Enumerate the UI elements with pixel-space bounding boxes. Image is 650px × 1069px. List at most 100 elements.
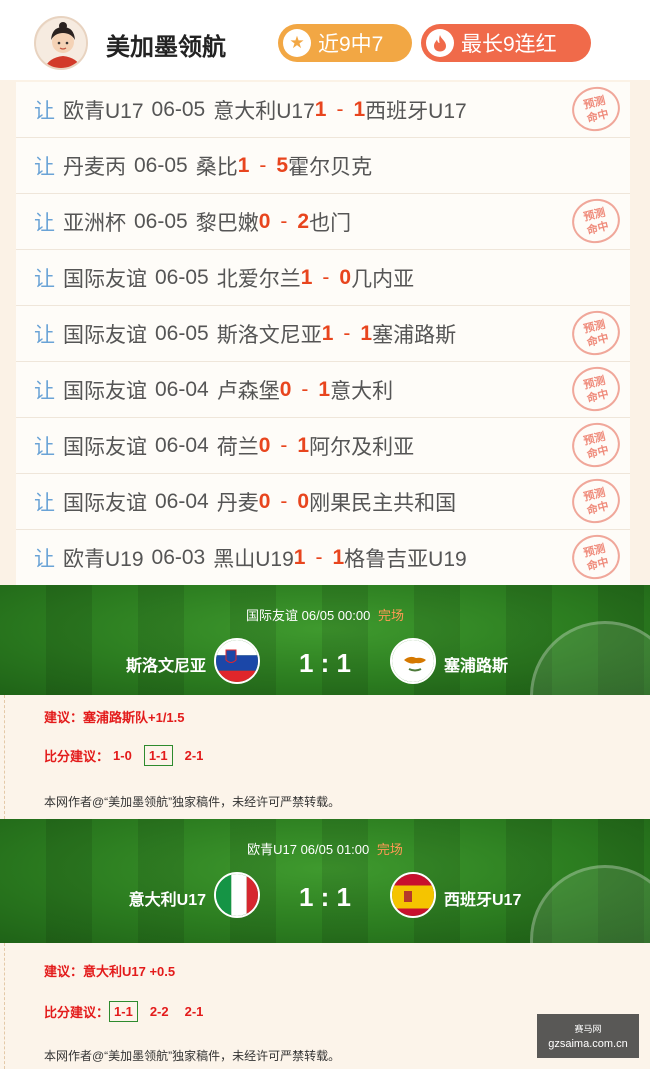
record-away-score: 1: [318, 377, 331, 401]
record-away-score: 0: [297, 489, 310, 513]
score-separator: -: [315, 545, 323, 569]
record-home-score: 0: [258, 489, 271, 513]
hit-stamp-icon: 预测 命中: [567, 417, 625, 473]
final-score: 1 : 1: [298, 882, 352, 912]
record-league: 亚洲杯: [63, 211, 126, 235]
score-separator: -: [259, 153, 267, 177]
hit-stamp-icon: 预测 命中: [567, 193, 625, 249]
record-date: 06-05: [134, 153, 188, 177]
record-away-team: 阿尔及利亚: [309, 435, 415, 459]
cyprus-flag-icon: [390, 638, 436, 684]
match-league-time: 国际友谊 06/05 00:00: [246, 608, 371, 623]
score-separator: -: [336, 97, 344, 121]
score-suggestion-label: 比分建议：: [44, 749, 110, 764]
record-home-team: 卢森堡: [216, 379, 280, 403]
handicap-tag: 让: [34, 435, 55, 459]
streak-badge: ★ 近9中7: [278, 24, 412, 62]
record-league: 国际友谊: [63, 323, 147, 347]
handicap-tag: 让: [34, 267, 55, 291]
hit-stamp-icon: 预测 命中: [567, 473, 625, 529]
score-suggestion-label: 比分建议：: [44, 1005, 110, 1020]
expert-header: 美加墨领航 ★ 近9中7 最长9连红: [0, 0, 650, 80]
expert-avatar[interactable]: [34, 16, 88, 70]
record-row[interactable]: 让国际友谊 06-04 卢森堡 0-1 意大利 预测 命中: [16, 361, 630, 418]
flame-icon: [426, 29, 454, 57]
record-league: 国际友谊: [63, 379, 147, 403]
record-league: 丹麦丙: [63, 155, 126, 179]
record-home-team: 意大利U17: [213, 99, 315, 123]
hit-stamp-icon: 预测 命中: [567, 529, 625, 585]
record-away-team: 格鲁吉亚U19: [344, 547, 467, 571]
expert-name: 美加墨领航: [106, 34, 226, 61]
handicap-tag: 让: [34, 99, 55, 123]
star-icon: ★: [283, 29, 311, 57]
handicap-tag: 让: [34, 211, 55, 235]
score-separator: -: [280, 489, 288, 513]
record-home-team: 丹麦: [216, 491, 259, 515]
record-date: 06-04: [155, 489, 209, 513]
record-date: 06-05: [134, 209, 188, 233]
streak-badge-label: 近9中7: [318, 33, 384, 56]
record-row[interactable]: 让欧青U19 06-03 黑山U19 1-1 格鲁吉亚U19 预测 命中: [16, 529, 630, 586]
score-separator: -: [343, 321, 351, 345]
match-status: 完场: [377, 608, 404, 623]
record-league: 欧青U19: [63, 547, 144, 571]
record-row[interactable]: 让国际友谊 06-05 北爱尔兰 1-0 几内亚: [16, 250, 630, 306]
match-status: 完场: [376, 842, 403, 857]
record-league: 欧青U17: [63, 99, 144, 123]
record-home-team: 黑山U19: [213, 547, 294, 571]
record-home-team: 斯洛文尼亚: [216, 323, 322, 347]
record-home-score: 1: [237, 153, 250, 177]
handicap-tag: 让: [34, 547, 55, 571]
record-home-score: 0: [258, 209, 271, 233]
record-row[interactable]: 让亚洲杯 06-05 黎巴嫩 0-2 也门 预测 命中: [16, 193, 630, 250]
record-date: 06-03: [151, 545, 206, 569]
score-option-selected: 1-1: [109, 1001, 138, 1022]
score-option: 2-2: [149, 1004, 169, 1019]
final-score: 1 : 1: [298, 648, 352, 678]
record-row[interactable]: 让国际友谊 06-04 荷兰 0-1 阿尔及利亚 预测 命中: [16, 417, 630, 474]
record-row[interactable]: 让欧青U17 06-05 意大利U17 1-1 西班牙U17 预测 命中: [16, 81, 630, 138]
match-info: 国际友谊 06/05 00:00 完场: [0, 605, 650, 624]
score-option-selected: 1-1: [143, 745, 173, 766]
match-header-1[interactable]: 国际友谊 06/05 00:00 完场 斯洛文尼亚 1 : 1 塞浦路斯: [0, 585, 650, 695]
record-row[interactable]: 让丹麦丙 06-05 桑比 1-5 霍尔贝克: [16, 138, 630, 194]
record-away-team: 刚果民主共和国: [309, 491, 457, 515]
handicap-tag: 让: [34, 155, 55, 179]
divider: [4, 943, 5, 1069]
score-option: 2-1: [184, 1004, 204, 1019]
record-away-team: 几内亚: [351, 267, 415, 291]
record-home-team: 北爱尔兰: [216, 267, 301, 291]
record-away-team: 意大利: [330, 379, 394, 403]
record-away-team: 也门: [309, 211, 352, 235]
score-option: 1-0: [113, 748, 132, 763]
hit-stamp-icon: 预测 命中: [567, 361, 625, 417]
record-row[interactable]: 让国际友谊 06-04 丹麦 0-0 刚果民主共和国 预测 命中: [16, 473, 630, 530]
score-option: 2-1: [184, 748, 204, 763]
hit-stamp-icon: 预测 命中: [567, 305, 625, 361]
avatar-illustration: [36, 18, 86, 68]
record-row[interactable]: 让国际友谊 06-05 斯洛文尼亚 1-1 塞浦路斯 预测 命中: [16, 305, 630, 362]
record-home-score: 1: [321, 321, 334, 345]
score-suggestion: 比分建议： 1-0 1-1 2-1: [44, 745, 215, 766]
score-separator: -: [301, 377, 309, 401]
watermark-url: gzsaima.com.cn: [548, 1038, 628, 1050]
record-away-team: 西班牙U17: [365, 99, 467, 123]
match-header-2[interactable]: 欧青U17 06/05 01:00 完场 意大利U17 1 : 1 西班牙U17: [0, 819, 650, 943]
record-home-score: 1: [300, 265, 313, 289]
record-date: 06-05: [151, 97, 206, 121]
record-away-score: 1: [297, 433, 310, 457]
record-date: 06-05: [155, 321, 209, 345]
recent-records-list: 让欧青U17 06-05 意大利U17 1-1 西班牙U17 预测 命中让丹麦丙 06-05 桑…: [0, 80, 650, 586]
record-home-score: 1: [314, 97, 327, 121]
away-team-name: 西班牙U17: [444, 892, 522, 909]
record-home-team: 桑比: [195, 155, 238, 179]
match-info: 欧青U17 06/05 01:00 完场: [0, 839, 650, 858]
watermark-title: 赛马网: [574, 1024, 602, 1034]
hit-stamp-icon: 预测 命中: [567, 81, 625, 137]
record-away-score: 5: [276, 153, 289, 177]
record-date: 06-04: [155, 377, 209, 401]
handicap-tag: 让: [34, 491, 55, 515]
record-away-score: 1: [360, 321, 373, 345]
longest-badge-label: 最长9连红: [461, 33, 557, 56]
